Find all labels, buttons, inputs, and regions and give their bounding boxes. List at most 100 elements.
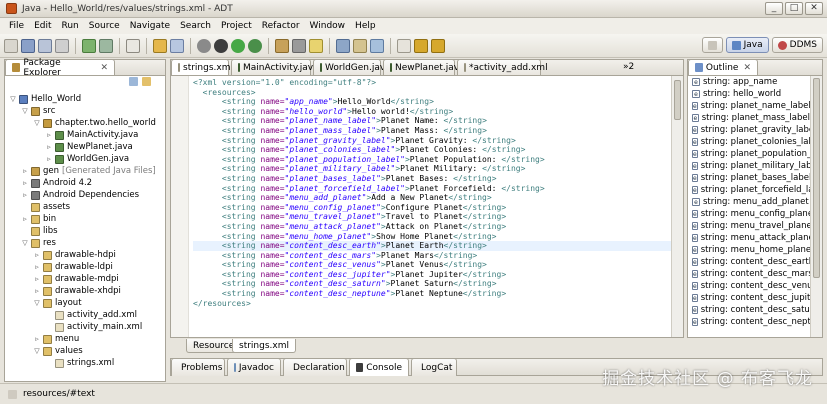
code-line[interactable]: <string name="content_desc_venus">Planet… <box>193 260 683 270</box>
collapsed-arrow-icon[interactable]: ▹ <box>33 261 41 273</box>
code-line[interactable]: <string name="menu_home_planet">Show Hom… <box>193 232 683 242</box>
minimize-button[interactable]: _ <box>765 2 783 15</box>
outline-item[interactable]: e string: planet_bases_label <box>688 172 810 184</box>
outline-item[interactable]: e string: content_desc_earth <box>688 256 810 268</box>
tree-item[interactable]: activity_add.xml <box>5 309 165 321</box>
tree-item[interactable]: ▹ MainActivity.java <box>5 129 165 141</box>
tree-item[interactable]: ▹ drawable-hdpi <box>5 249 165 261</box>
tree-item[interactable]: strings.xml <box>5 357 165 369</box>
menu-window[interactable]: Window <box>305 21 351 31</box>
coverage-icon[interactable] <box>248 38 262 53</box>
new-class-icon[interactable] <box>292 38 306 53</box>
console-tab[interactable]: Declaration <box>283 358 347 376</box>
expanded-arrow-icon[interactable]: ▽ <box>33 297 41 309</box>
outline-item[interactable]: e string: planet_colonies_label <box>688 136 810 148</box>
debug-icon[interactable] <box>214 38 228 53</box>
outline-item[interactable]: e string: menu_config_planet <box>688 208 810 220</box>
close-icon[interactable]: ✕ <box>100 63 108 73</box>
fast-view-icon[interactable] <box>8 389 17 399</box>
menu-navigate[interactable]: Navigate <box>125 21 175 31</box>
avd-manager-icon[interactable] <box>99 38 113 53</box>
code-line[interactable]: <resources> <box>193 88 683 98</box>
open-type-icon[interactable] <box>170 38 184 53</box>
tree-item[interactable]: ▽ chapter.two.hello_world <box>5 117 165 129</box>
collapse-all-icon[interactable] <box>129 77 138 86</box>
outline-item[interactable]: e string: menu_home_planet <box>688 244 810 256</box>
run-icon[interactable] <box>231 38 245 53</box>
tree-item[interactable]: assets <box>5 201 165 213</box>
code-line[interactable]: <string name="hello_world">Hello world!<… <box>193 107 683 117</box>
collapsed-arrow-icon[interactable]: ▹ <box>33 333 41 345</box>
editor-tab-overflow[interactable]: »2 <box>623 62 634 72</box>
tree-item[interactable]: ▽ src <box>5 105 165 117</box>
menu-search[interactable]: Search <box>175 21 216 31</box>
tree-item[interactable]: ▽ values <box>5 345 165 357</box>
java-perspective-button[interactable]: Java <box>725 37 769 53</box>
save-icon[interactable] <box>21 38 35 53</box>
editor-tab[interactable]: MainActivity.java <box>231 59 319 75</box>
editor-vertical-scrollbar[interactable] <box>671 76 683 337</box>
code-line[interactable]: </resources> <box>193 299 683 309</box>
collapsed-arrow-icon[interactable]: ▹ <box>45 153 53 165</box>
expanded-arrow-icon[interactable]: ▽ <box>9 93 17 105</box>
console-tab[interactable]: Problems <box>171 358 225 376</box>
outline-item[interactable]: e string: planet_gravity_label <box>688 124 810 136</box>
search-icon[interactable] <box>336 38 350 53</box>
code-line[interactable]: <string name="menu_config_planet">Config… <box>193 203 683 213</box>
outline-item[interactable]: estring: planet_forcefield_labe <box>688 184 810 196</box>
tree-item[interactable]: ▽ res <box>5 237 165 249</box>
collapsed-arrow-icon[interactable]: ▹ <box>21 213 29 225</box>
tree-item[interactable]: ▽ Hello_World <box>5 93 165 105</box>
tree-item[interactable]: activity_main.xml <box>5 321 165 333</box>
editor-tab[interactable]: *activity_add.xml <box>457 59 548 75</box>
close-icon[interactable]: ✕ <box>743 63 751 73</box>
code-line[interactable]: <string name="planet_mass_label">Planet … <box>193 126 683 136</box>
outline-item[interactable]: e string: planet_mass_label <box>688 112 810 124</box>
tab-package-explorer[interactable]: Package Explorer ✕ <box>5 58 115 78</box>
outline-item[interactable]: e string: content_desc_mars <box>688 268 810 280</box>
menu-project[interactable]: Project <box>216 21 257 31</box>
expanded-arrow-icon[interactable]: ▽ <box>33 345 41 357</box>
code-line[interactable]: <string name="menu_attack_planet">Attack… <box>193 222 683 232</box>
collapsed-arrow-icon[interactable]: ▹ <box>45 129 53 141</box>
code-line[interactable]: <string name="planet_population_label">P… <box>193 155 683 165</box>
code-line[interactable]: <string name="content_desc_saturn">Plane… <box>193 279 683 289</box>
tree-item[interactable]: ▹ Android Dependencies <box>5 189 165 201</box>
save-all-icon[interactable] <box>38 38 52 53</box>
android-sdk-manager-icon[interactable] <box>82 38 96 53</box>
outline-item[interactable]: e string: content_desc_venus <box>688 280 810 292</box>
code-line[interactable]: <string name="planet_bases_label">Planet… <box>193 174 683 184</box>
close-button[interactable]: ✕ <box>805 2 823 15</box>
back-icon[interactable] <box>414 38 428 53</box>
annotation-icon[interactable] <box>353 38 367 53</box>
code-line[interactable]: <string name="content_desc_mars">Planet … <box>193 251 683 261</box>
tree-item[interactable]: ▹ drawable-xhdpi <box>5 285 165 297</box>
code-line[interactable]: <string name="planet_forcefield_label">P… <box>193 184 683 194</box>
expanded-arrow-icon[interactable]: ▽ <box>33 117 41 129</box>
tree-item[interactable]: ▽ layout <box>5 297 165 309</box>
new-package-icon[interactable] <box>275 38 289 53</box>
outline-vertical-scrollbar[interactable] <box>810 76 822 337</box>
xml-code[interactable]: <?xml version="1.0" encoding="utf-8"?> <… <box>193 78 683 337</box>
editor-scroll-thumb[interactable] <box>674 80 681 120</box>
outline-item[interactable]: e string: content_desc_jupiter <box>688 292 810 304</box>
tree-item[interactable]: libs <box>5 225 165 237</box>
outline-item[interactable]: e string: menu_attack_planet <box>688 232 810 244</box>
tree-item[interactable]: ▹ gen [Generated Java Files] <box>5 165 165 177</box>
tree-item[interactable]: ▹ menu <box>5 333 165 345</box>
tab-outline[interactable]: Outline ✕ <box>688 59 758 75</box>
editor-tab[interactable]: NewPlanet.java <box>383 59 465 75</box>
code-line[interactable]: <string name="planet_colonies_label">Pla… <box>193 145 683 155</box>
menu-help[interactable]: Help <box>350 21 381 31</box>
menu-source[interactable]: Source <box>84 21 125 31</box>
menu-refactor[interactable]: Refactor <box>257 21 305 31</box>
expanded-arrow-icon[interactable]: ▽ <box>21 237 29 249</box>
outline-scroll-thumb[interactable] <box>813 78 820 278</box>
code-line[interactable]: <string name="menu_travel_planet">Travel… <box>193 212 683 222</box>
code-line[interactable]: <string name="content_desc_earth">Planet… <box>193 241 683 251</box>
code-line[interactable]: <string name="planet_name_label">Planet … <box>193 116 683 126</box>
print-icon[interactable] <box>55 38 69 53</box>
outline-item[interactable]: e string: app_name <box>688 76 810 88</box>
checkbox-tool-icon[interactable] <box>126 38 140 53</box>
console-tab[interactable]: Javadoc <box>227 358 281 376</box>
